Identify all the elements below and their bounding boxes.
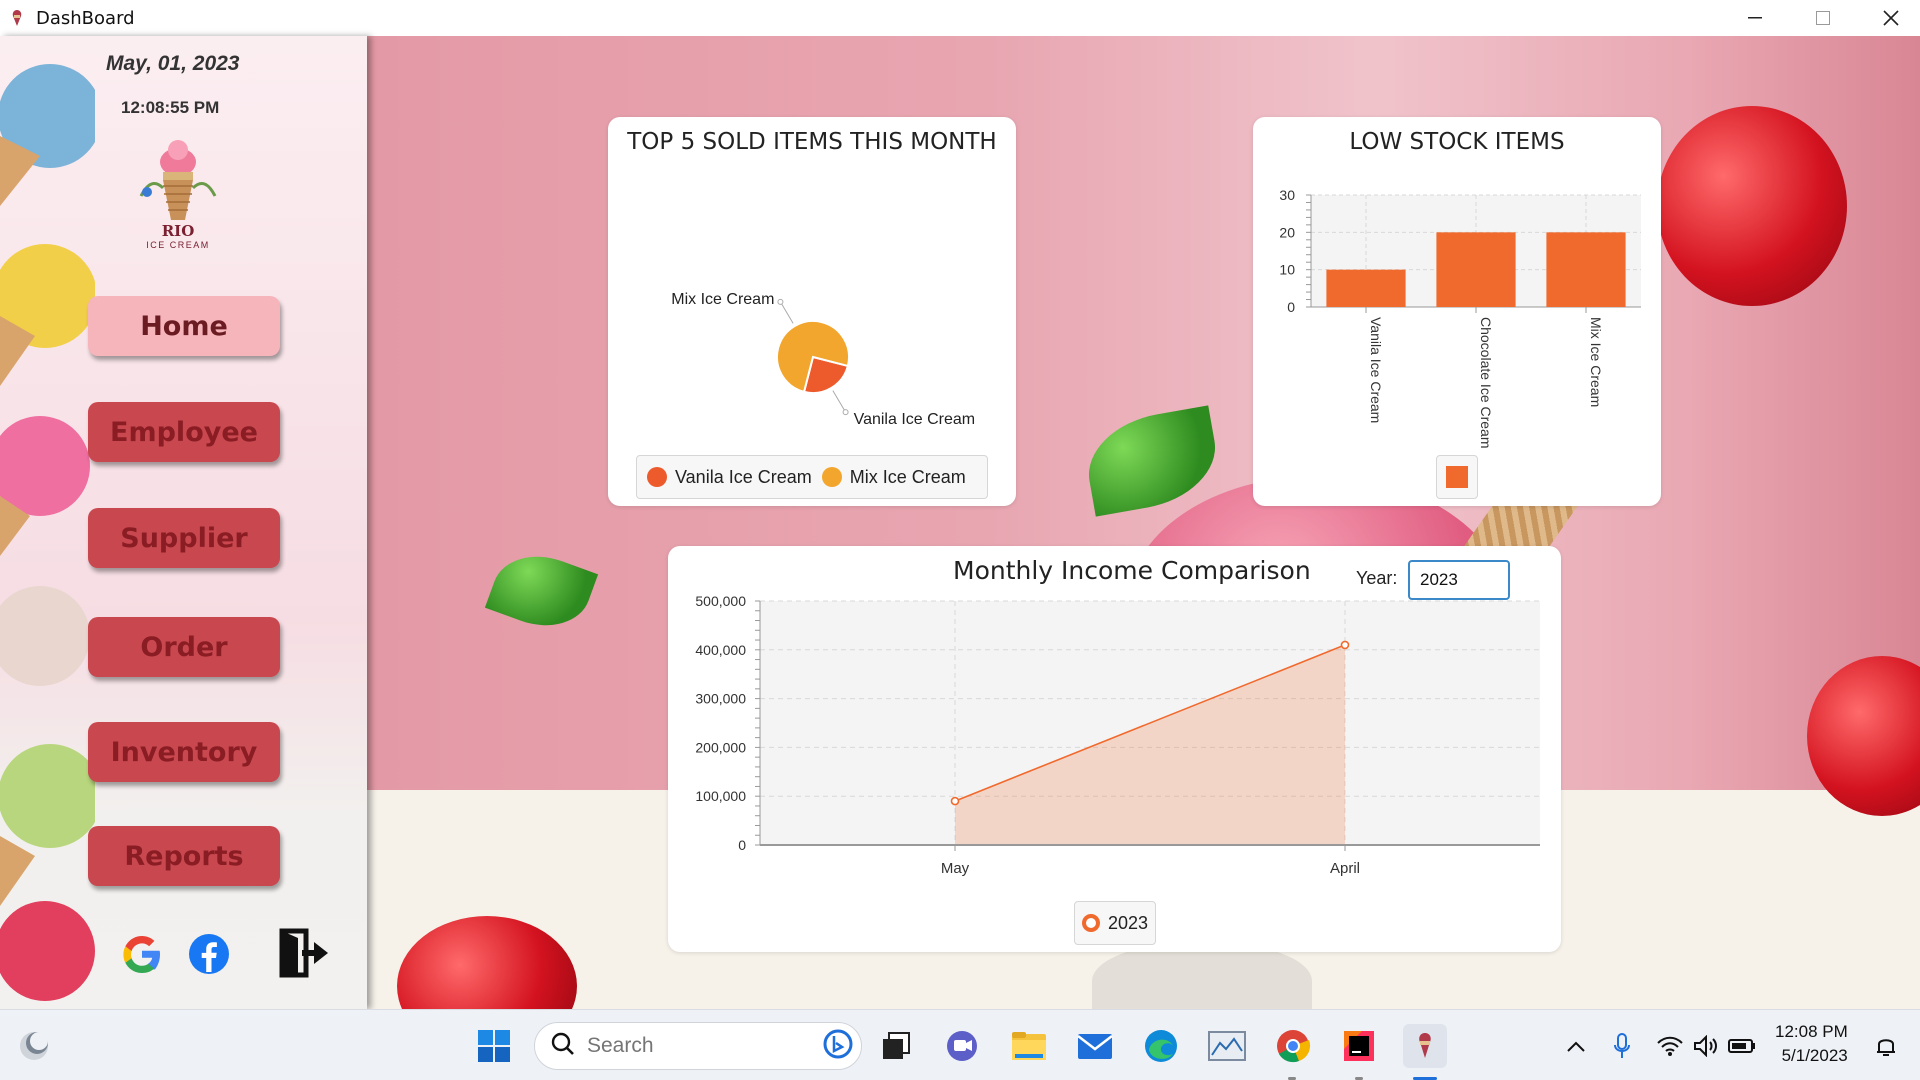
window-title: DashBoard — [36, 7, 135, 29]
clock-time: 12:08 PM — [1775, 1022, 1848, 1041]
wifi-icon[interactable] — [1650, 1024, 1690, 1068]
area-point — [950, 796, 960, 806]
nav-inventory-button[interactable]: Inventory — [88, 722, 280, 782]
chart-app-icon[interactable] — [1205, 1024, 1249, 1068]
area-y-tick-label: 300,000 — [695, 691, 746, 707]
windows-start-icon[interactable] — [472, 1024, 516, 1068]
area-y-tick-label: 0 — [738, 837, 746, 853]
bar-y-tick-label: 0 — [1287, 299, 1295, 315]
nav-supplier-button[interactable]: Supplier — [88, 508, 280, 568]
widgets-icon[interactable] — [12, 1024, 56, 1068]
edge-icon[interactable] — [1139, 1024, 1183, 1068]
leaf-decoration — [484, 541, 599, 641]
intellij-icon[interactable] — [1337, 1024, 1381, 1068]
speaker-icon[interactable] — [1686, 1024, 1726, 1068]
bar — [1436, 232, 1516, 307]
cherry-decoration — [1657, 106, 1847, 306]
pie-leader-dot — [842, 409, 849, 416]
bar — [1326, 269, 1406, 307]
ice-cream-logo-icon — [139, 140, 217, 220]
year-label: Year: — [1356, 568, 1398, 588]
pie-label: Vanila Ice Cream — [854, 411, 976, 428]
notification-icon[interactable] — [1866, 1024, 1906, 1068]
logo-brand: RIO — [161, 222, 195, 240]
google-icon[interactable] — [120, 932, 164, 981]
chrome-icon[interactable] — [1271, 1024, 1315, 1068]
mail-icon[interactable] — [1073, 1024, 1117, 1068]
search-input[interactable] — [587, 1034, 807, 1058]
maximize-button[interactable] — [1788, 0, 1858, 36]
bar-x-tick-label: Mix Ice Cream — [1588, 317, 1604, 407]
income-card: Monthly Income Comparison Year: 0 100,000… — [668, 546, 1561, 952]
pie-leader-line — [779, 301, 794, 324]
teams-icon[interactable] — [940, 1024, 984, 1068]
legend-mix-label: Mix Ice Cream — [849, 466, 966, 487]
area-point — [1340, 640, 1350, 650]
logout-icon[interactable] — [278, 928, 330, 983]
area-y-tick-label: 200,000 — [695, 739, 746, 755]
ice-cream-cones-decoration — [0, 64, 95, 1001]
bar — [1546, 232, 1626, 307]
nav-reports-button[interactable]: Reports — [88, 826, 280, 886]
file-explorer-icon[interactable] — [1007, 1024, 1051, 1068]
search-icon — [551, 1032, 575, 1061]
legend-vanila-label: Vanila Ice Cream — [675, 466, 812, 487]
ice-cream-icon — [8, 9, 26, 27]
year-input[interactable] — [1408, 560, 1510, 600]
legend-vanila-marker — [647, 467, 667, 487]
pie-label: Mix Ice Cream — [671, 291, 774, 308]
top-sold-title: TOP 5 SOLD ITEMS THIS MONTH — [627, 129, 997, 155]
low-stock-title: LOW STOCK ITEMS — [1349, 129, 1565, 155]
bar-y-tick-label: 30 — [1279, 187, 1295, 203]
bar-x-tick-label: Chocolate Ice Cream — [1478, 317, 1494, 449]
logo-subtitle: ICE CREAM — [146, 240, 210, 250]
income-legend-marker — [1081, 914, 1100, 932]
leaf-decoration — [1080, 405, 1224, 517]
bar-y-tick-label: 20 — [1279, 224, 1295, 240]
taskbar-search[interactable] — [534, 1022, 862, 1070]
minimize-button[interactable] — [1720, 0, 1790, 36]
low-stock-legend-marker — [1446, 466, 1468, 488]
low-stock-bar-chart: 0 10 20 30 Vanila Ice Cream Chocolate Ice Cre… — [1279, 187, 1641, 449]
area-y-tick-label: 500,000 — [695, 596, 746, 609]
income-legend-label: 2023 — [1107, 912, 1149, 933]
income-title: Monthly Income Comparison — [953, 556, 1311, 585]
pie-leader-dot — [777, 298, 784, 305]
sidebar: May, 01, 2023 12:08:55 PM RIO ICE CREAM … — [0, 36, 367, 1009]
legend-mix-marker — [821, 467, 842, 487]
chevron-up-icon[interactable] — [1554, 1024, 1598, 1068]
area-y-tick-label: 400,000 — [695, 642, 746, 658]
bing-icon[interactable] — [821, 1027, 855, 1066]
top-sold-pie-chart: Vanila Ice Cream Mix Ice Cream — [671, 291, 976, 428]
bar-x-tick-label: Vanila Ice Cream — [1368, 317, 1384, 423]
logo: RIO ICE CREAM — [133, 136, 223, 261]
close-button[interactable] — [1856, 0, 1920, 36]
income-area-chart: 0 100,000 200,000 300,000 400,000 500,000 May A… — [695, 596, 1540, 876]
title-bar: DashBoard — [0, 0, 1920, 36]
microphone-icon[interactable] — [1602, 1024, 1642, 1068]
low-stock-card: LOW STOCK ITEMS 0 10 20 30 Vanila Ice Cream C… — [1253, 117, 1661, 506]
top-sold-legend: Vanila Ice Cream Mix Ice Cream — [636, 455, 988, 499]
low-stock-legend — [1436, 455, 1478, 499]
task-view-icon[interactable] — [874, 1024, 918, 1068]
taskbar: 12:08 PM 5/1/2023 — [0, 1009, 1920, 1080]
income-legend: 2023 — [1074, 901, 1156, 945]
facebook-icon[interactable] — [187, 932, 231, 981]
battery-icon[interactable] — [1722, 1024, 1762, 1068]
top-sold-card: TOP 5 SOLD ITEMS THIS MONTH Vanila Ice C… — [608, 117, 1016, 506]
area-x-tick-label: May — [941, 860, 970, 876]
nav-employee-button[interactable]: Employee — [88, 402, 280, 462]
nav-home-button[interactable]: Home — [88, 296, 280, 356]
taskbar-clock[interactable]: 12:08 PM 5/1/2023 — [1775, 1020, 1848, 1068]
current-date: May, 01, 2023 — [106, 52, 240, 75]
ice-cream-app-icon[interactable] — [1403, 1024, 1447, 1068]
nav-order-button[interactable]: Order — [88, 617, 280, 677]
bar-y-tick-label: 10 — [1279, 262, 1295, 278]
area-y-tick-label: 100,000 — [695, 788, 746, 804]
clock-date: 5/1/2023 — [1781, 1046, 1848, 1065]
area-x-tick-label: April — [1330, 860, 1360, 876]
pie-leader-line — [832, 390, 847, 413]
current-time: 12:08:55 PM — [121, 98, 220, 117]
